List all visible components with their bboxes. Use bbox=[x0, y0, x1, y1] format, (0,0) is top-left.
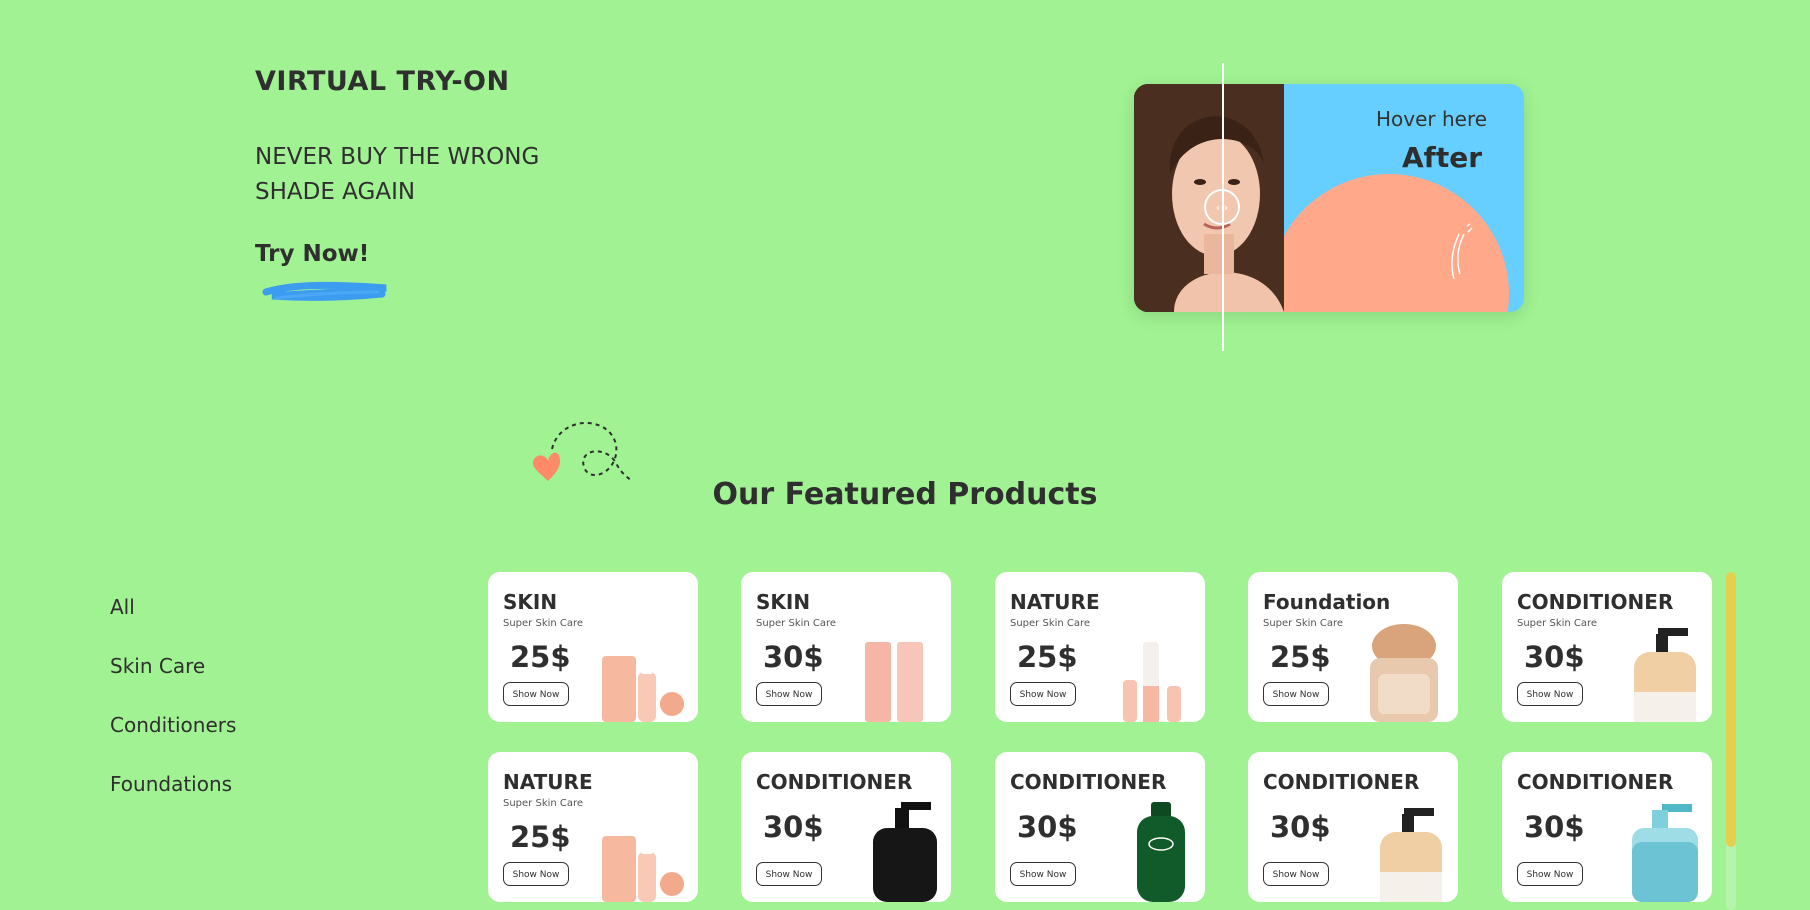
compare-handle-icon[interactable]: ‹ › bbox=[1204, 189, 1240, 225]
product-price: 25$ bbox=[510, 820, 571, 854]
pump-bottles-icon bbox=[1123, 642, 1181, 722]
green-tea-tree-bottle-icon bbox=[1137, 802, 1185, 902]
hero-title: VIRTUAL TRY-ON bbox=[255, 66, 510, 97]
product-price: 25$ bbox=[510, 640, 571, 674]
foundation-jar-icon bbox=[1370, 624, 1438, 722]
scrollbar-thumb[interactable] bbox=[1726, 572, 1736, 847]
product-name: SKIN bbox=[756, 590, 811, 614]
product-price: 30$ bbox=[1017, 810, 1078, 844]
product-name: CONDITIONER bbox=[1517, 770, 1674, 794]
show-now-button[interactable]: Show Now bbox=[503, 682, 569, 706]
after-label: After bbox=[1402, 141, 1483, 174]
category-skin-care[interactable]: Skin Care bbox=[110, 654, 205, 678]
product-card[interactable]: CONDITIONER Super Skin Care 30$ Show Now bbox=[1502, 572, 1712, 722]
hero-subtitle: NEVER BUY THE WRONG SHADE AGAIN bbox=[255, 144, 540, 205]
product-price: 25$ bbox=[1017, 640, 1078, 674]
product-card[interactable]: SKIN Super Skin Care 30$ Show Now bbox=[741, 572, 951, 722]
show-now-button[interactable]: Show Now bbox=[1517, 682, 1583, 706]
product-price: 30$ bbox=[1270, 810, 1331, 844]
show-now-button[interactable]: Show Now bbox=[1010, 862, 1076, 886]
peach-skincare-set-icon bbox=[602, 836, 684, 902]
hover-hint: Hover here bbox=[1376, 107, 1488, 131]
category-all[interactable]: All bbox=[110, 595, 135, 619]
category-foundations[interactable]: Foundations bbox=[110, 772, 232, 796]
product-name: NATURE bbox=[503, 770, 593, 794]
product-tagline: Super Skin Care bbox=[503, 618, 584, 629]
product-card[interactable]: CONDITIONER 30$ Show Now bbox=[1248, 752, 1458, 902]
show-now-button[interactable]: Show Now bbox=[1010, 682, 1076, 706]
show-now-button[interactable]: Show Now bbox=[756, 682, 822, 706]
try-now-link[interactable]: Try Now! bbox=[255, 241, 369, 267]
show-now-button[interactable]: Show Now bbox=[1263, 862, 1329, 886]
product-card[interactable]: SKIN Super Skin Care 25$ Show Now bbox=[488, 572, 698, 722]
brush-stroke-icon bbox=[262, 281, 387, 301]
product-card[interactable]: CONDITIONER 30$ Show Now bbox=[1502, 752, 1712, 902]
beige-pump-bottle-icon bbox=[1634, 628, 1696, 722]
peach-skincare-set-icon bbox=[602, 656, 684, 722]
product-card[interactable]: Foundation Super Skin Care 25$ Show Now bbox=[1248, 572, 1458, 722]
product-price: 30$ bbox=[763, 640, 824, 674]
show-now-button[interactable]: Show Now bbox=[756, 862, 822, 886]
blue-gel-bottle-icon bbox=[1632, 804, 1698, 902]
product-name: CONDITIONER bbox=[756, 770, 913, 794]
beige-pump-bottle-icon bbox=[1380, 808, 1442, 902]
product-name: CONDITIONER bbox=[1263, 770, 1420, 794]
product-card[interactable]: NATURE Super Skin Care 25$ Show Now bbox=[995, 572, 1205, 722]
show-now-button[interactable]: Show Now bbox=[1263, 682, 1329, 706]
product-tagline: Super Skin Care bbox=[1263, 618, 1344, 629]
show-now-button[interactable]: Show Now bbox=[503, 862, 569, 886]
product-card[interactable]: NATURE Super Skin Care 25$ Show Now bbox=[488, 752, 698, 902]
product-price: 30$ bbox=[1524, 640, 1585, 674]
product-name: Foundation bbox=[1263, 590, 1391, 614]
product-card[interactable]: CONDITIONER 30$ Show Now bbox=[995, 752, 1205, 902]
product-name: CONDITIONER bbox=[1010, 770, 1167, 794]
category-conditioners[interactable]: Conditioners bbox=[110, 713, 236, 737]
product-tagline: Super Skin Care bbox=[503, 798, 584, 809]
product-tagline: Super Skin Care bbox=[1517, 618, 1598, 629]
black-pump-bottle-icon bbox=[873, 802, 937, 902]
show-now-button[interactable]: Show Now bbox=[1517, 862, 1583, 886]
product-card[interactable]: CONDITIONER 30$ Show Now bbox=[741, 752, 951, 902]
product-price: 30$ bbox=[1524, 810, 1585, 844]
product-tagline: Super Skin Care bbox=[756, 618, 837, 629]
product-name: CONDITIONER bbox=[1517, 590, 1674, 614]
pink-tubes-icon bbox=[865, 642, 923, 722]
product-tagline: Super Skin Care bbox=[1010, 618, 1091, 629]
product-name: SKIN bbox=[503, 590, 558, 614]
product-price: 30$ bbox=[763, 810, 824, 844]
product-price: 25$ bbox=[1270, 640, 1331, 674]
product-name: NATURE bbox=[1010, 590, 1100, 614]
section-title: Our Featured Products bbox=[712, 477, 1098, 512]
